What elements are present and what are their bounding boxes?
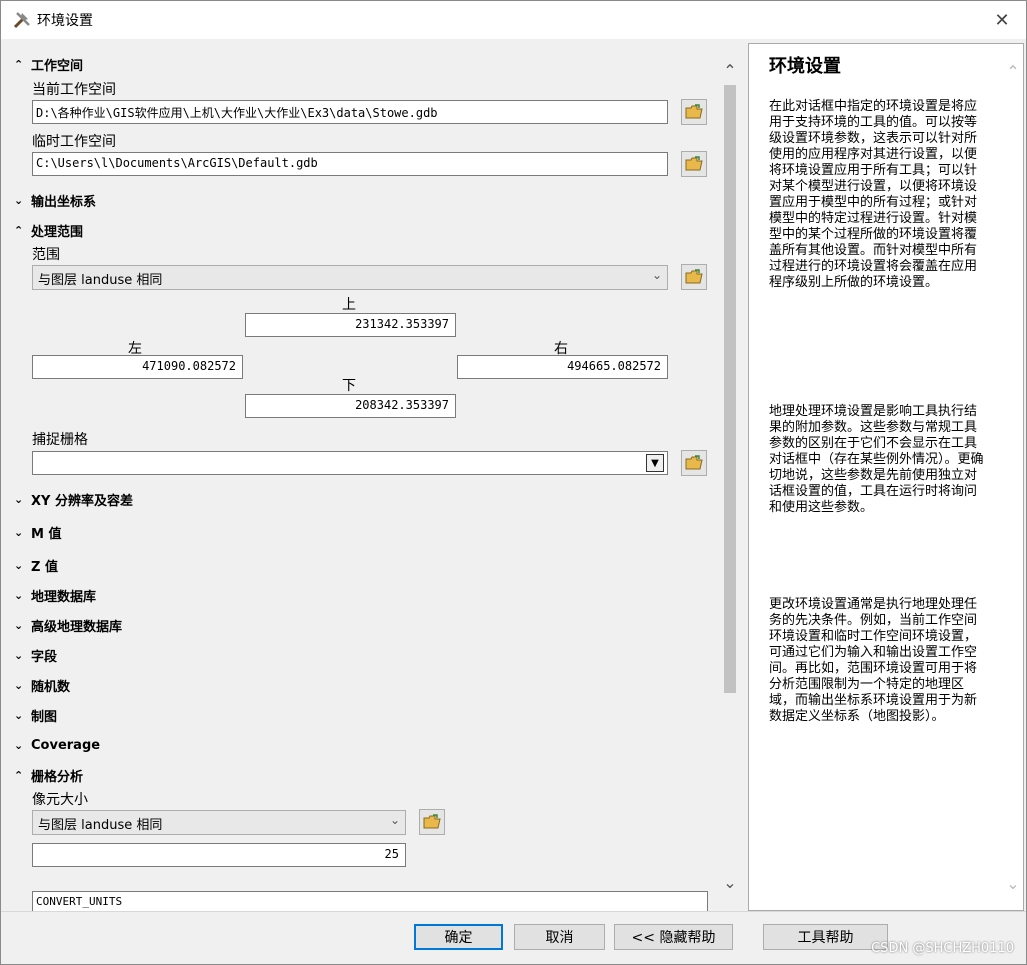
expand-icon: ⌄ (14, 526, 24, 539)
expand-icon: ⌄ (14, 739, 24, 752)
help-panel: 环境设置 在此对话框中指定的环境设置是将应用于支持环境的工具的值。可以按等级设置… (748, 43, 1024, 911)
help-paragraph-2: 地理处理环境设置是影响工具执行结果的附加参数。这些参数与常规工具参数的区别在于它… (769, 404, 984, 515)
section-fields[interactable]: ⌄ 字段 (14, 646, 57, 665)
extent-right-input[interactable]: 494665.082572 (457, 355, 668, 379)
extent-label: 范围 (32, 247, 60, 263)
close-icon[interactable]: ✕ (988, 7, 1016, 33)
section-advanced-geodatabase[interactable]: ⌄ 高级地理数据库 (14, 616, 122, 635)
scratch-workspace-label: 临时工作空间 (32, 134, 116, 150)
expand-icon: ⌄ (14, 559, 24, 572)
extent-select[interactable]: 与图层 landuse 相同 ⌄ (32, 265, 668, 290)
convert-units-select[interactable]: CONVERT_UNITS (32, 891, 708, 911)
expand-icon: ⌄ (14, 194, 24, 207)
help-title: 环境设置 (769, 56, 841, 77)
section-extent[interactable]: ⌃ 处理范围 (14, 221, 83, 240)
scroll-up-icon[interactable]: ⌃ (720, 59, 740, 81)
current-workspace-label: 当前工作空间 (32, 82, 116, 98)
extent-left-input[interactable]: 471090.082572 (32, 355, 243, 379)
collapse-icon: ⌃ (14, 224, 24, 237)
scroll-up-icon[interactable]: ⌃ (1003, 60, 1023, 82)
chevron-down-icon: ⌄ (651, 268, 662, 282)
snap-raster-select[interactable] (32, 451, 668, 475)
expand-icon: ⌄ (14, 679, 24, 692)
cancel-button[interactable]: 取消 (514, 924, 605, 950)
section-coverage[interactable]: ⌄ Coverage (14, 738, 100, 753)
collapse-icon: ⌃ (14, 769, 24, 782)
section-raster-analysis[interactable]: ⌃ 栅格分析 (14, 766, 83, 785)
scrollbar-thumb[interactable] (724, 85, 736, 693)
expand-icon: ⌄ (14, 709, 24, 722)
divider (1, 911, 1026, 912)
section-z-values[interactable]: ⌄ Z 值 (14, 556, 58, 575)
collapse-icon: ⌃ (14, 58, 24, 71)
hide-help-button[interactable]: << 隐藏帮助 (614, 924, 733, 950)
left-scrollbar[interactable]: ⌃ ⌄ (720, 43, 740, 911)
dropdown-arrow-icon[interactable]: ▼ (646, 454, 664, 472)
tool-help-button[interactable]: 工具帮助 (763, 924, 888, 950)
cell-size-input[interactable]: 25 (32, 843, 406, 867)
tools-icon (11, 9, 33, 31)
expand-icon: ⌄ (14, 619, 24, 632)
browse-folder-icon[interactable] (419, 809, 445, 835)
cell-size-select[interactable]: 与图层 landuse 相同 ⌄ (32, 810, 406, 835)
browse-folder-icon[interactable] (681, 264, 707, 290)
scroll-down-icon[interactable]: ⌄ (720, 871, 740, 893)
help-scrollbar[interactable]: ⌃ ⌄ (1003, 44, 1023, 910)
browse-folder-icon[interactable] (681, 450, 707, 476)
expand-icon: ⌄ (14, 589, 24, 602)
cell-size-label: 像元大小 (32, 792, 88, 808)
title-bar: 环境设置 ✕ (1, 1, 1026, 39)
ok-button[interactable]: 确定 (414, 924, 503, 950)
section-cartography[interactable]: ⌄ 制图 (14, 706, 57, 725)
section-xy-resolution[interactable]: ⌄ XY 分辨率及容差 (14, 490, 133, 509)
current-workspace-input[interactable]: D:\各种作业\GIS软件应用\上机\大作业\大作业\Ex3\data\Stow… (32, 100, 668, 124)
scratch-workspace-input[interactable]: C:\Users\l\Documents\ArcGIS\Default.gdb (32, 152, 668, 176)
section-output-coordinates[interactable]: ⌄ 输出坐标系 (14, 191, 96, 210)
extent-bottom-input[interactable]: 208342.353397 (245, 394, 456, 418)
browse-folder-icon[interactable] (681, 151, 707, 177)
extent-bottom-label: 下 (342, 378, 356, 394)
help-paragraph-1: 在此对话框中指定的环境设置是将应用于支持环境的工具的值。可以按等级设置环境参数，… (769, 99, 978, 290)
help-paragraph-3: 更改环境设置通常是执行地理处理任务的先决条件。例如，当前工作空间环境设置和临时工… (769, 597, 978, 724)
environment-settings-dialog: 环境设置 ✕ ⌃ 工作空间 当前工作空间 D:\各种作业\GIS软件应用\上机\大… (0, 0, 1027, 965)
window-title: 环境设置 (37, 13, 93, 29)
section-m-values[interactable]: ⌄ M 值 (14, 523, 61, 542)
section-geodatabase[interactable]: ⌄ 地理数据库 (14, 586, 96, 605)
extent-top-input[interactable]: 231342.353397 (245, 313, 456, 337)
expand-icon: ⌄ (14, 649, 24, 662)
extent-top-label: 上 (342, 297, 356, 313)
section-random-numbers[interactable]: ⌄ 随机数 (14, 676, 70, 695)
browse-folder-icon[interactable] (681, 99, 707, 125)
section-workspace[interactable]: ⌃ 工作空间 (14, 55, 83, 74)
settings-panel: ⌃ 工作空间 当前工作空间 D:\各种作业\GIS软件应用\上机\大作业\大作业\… (6, 43, 742, 911)
watermark: CSDN @SHCHZH0110 (871, 941, 1014, 956)
chevron-down-icon: ⌄ (389, 813, 400, 827)
snap-raster-label: 捕捉栅格 (32, 432, 88, 448)
expand-icon: ⌄ (14, 493, 24, 506)
scroll-down-icon[interactable]: ⌄ (1003, 872, 1023, 894)
